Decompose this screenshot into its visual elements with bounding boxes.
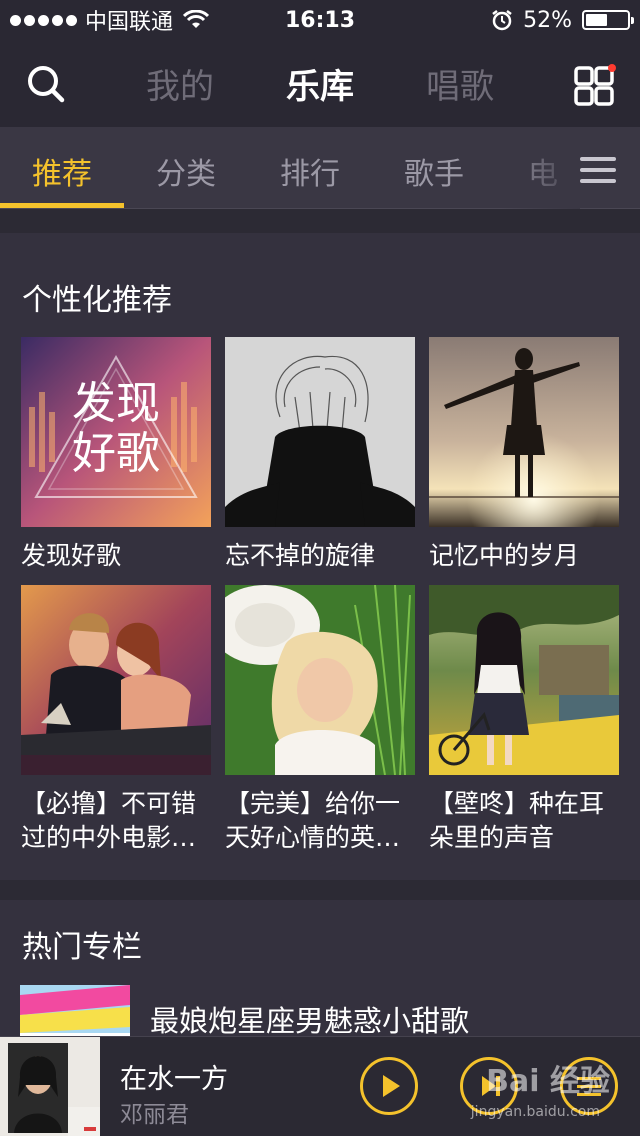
playlist-card[interactable]: 【必撸】不可错过的中外电影… [21, 585, 211, 855]
tab-rankings[interactable]: 排行 [280, 149, 340, 193]
watermark-brand: Bai 经验 [486, 1064, 610, 1099]
playlist-cover [225, 337, 415, 527]
battery-percent: 52% [523, 7, 572, 33]
playlist-cover [429, 337, 619, 527]
tab-recommend[interactable]: 推荐 [32, 149, 92, 193]
active-tab-indicator [0, 203, 124, 208]
column-item-title[interactable]: 最娘炮星座男魅惑小甜歌 [150, 998, 469, 1040]
play-button[interactable] [360, 1057, 418, 1115]
watermark-url: jingyan.baidu.com [470, 1104, 600, 1120]
artist-name: 邓丽君 [120, 1102, 189, 1128]
playlist-title: 【完美】给你一天好心情的英… [225, 789, 401, 852]
playlist-cover [21, 585, 211, 775]
song-title: 在水一方 [120, 1064, 228, 1095]
wifi-icon [183, 10, 210, 28]
category-tabs: 推荐 分类 排行 歌手 电 [0, 127, 640, 209]
playlist-card[interactable]: 【壁咚】种在耳朵里的声音 [429, 585, 619, 855]
playlist-card[interactable]: 【完美】给你一天好心情的英… [225, 585, 415, 855]
status-bar: 中国联通 16:13 52% [0, 0, 640, 40]
playlist-card[interactable]: 忘不掉的旋律 [225, 337, 415, 573]
playlist-title: 【壁咚】种在耳朵里的声音 [429, 789, 605, 852]
section-title: 热门专栏 [22, 930, 142, 965]
top-navigation: 我的 乐库 唱歌 [0, 40, 640, 127]
playlist-title: 忘不掉的旋律 [225, 541, 376, 570]
playlist-cover [225, 585, 415, 775]
playlist-title: 记忆中的岁月 [429, 541, 580, 570]
playlist-card[interactable]: 记忆中的岁月 [429, 337, 619, 573]
playlist-title: 【必撸】不可错过的中外电影… [21, 789, 197, 852]
apps-grid-icon[interactable] [574, 64, 616, 106]
battery-icon [582, 10, 634, 30]
playlist-cover [429, 585, 619, 775]
album-cover[interactable] [0, 1037, 100, 1136]
playlist-cover: 发现 好歌 [21, 337, 211, 527]
menu-icon[interactable] [580, 157, 616, 183]
tab-categories[interactable]: 分类 [156, 149, 216, 193]
signal-strength-icon [10, 14, 77, 26]
carrier-name: 中国联通 [85, 10, 174, 35]
tab-singers[interactable]: 歌手 [404, 149, 464, 193]
playlist-card[interactable]: 发现 好歌 发现好歌 [21, 337, 211, 573]
alarm-clock-icon [492, 10, 512, 31]
search-icon[interactable] [26, 64, 66, 104]
playlist-title: 发现好歌 [21, 541, 122, 570]
play-icon [383, 1075, 400, 1097]
tab-music-library[interactable]: 乐库 [250, 59, 390, 108]
notification-dot [608, 64, 616, 72]
tab-mine[interactable]: 我的 [110, 59, 250, 108]
section-title: 个性化推荐 [22, 283, 172, 318]
tab-sing[interactable]: 唱歌 [390, 59, 530, 108]
cover-art-text: 发现 好歌 [72, 378, 160, 479]
